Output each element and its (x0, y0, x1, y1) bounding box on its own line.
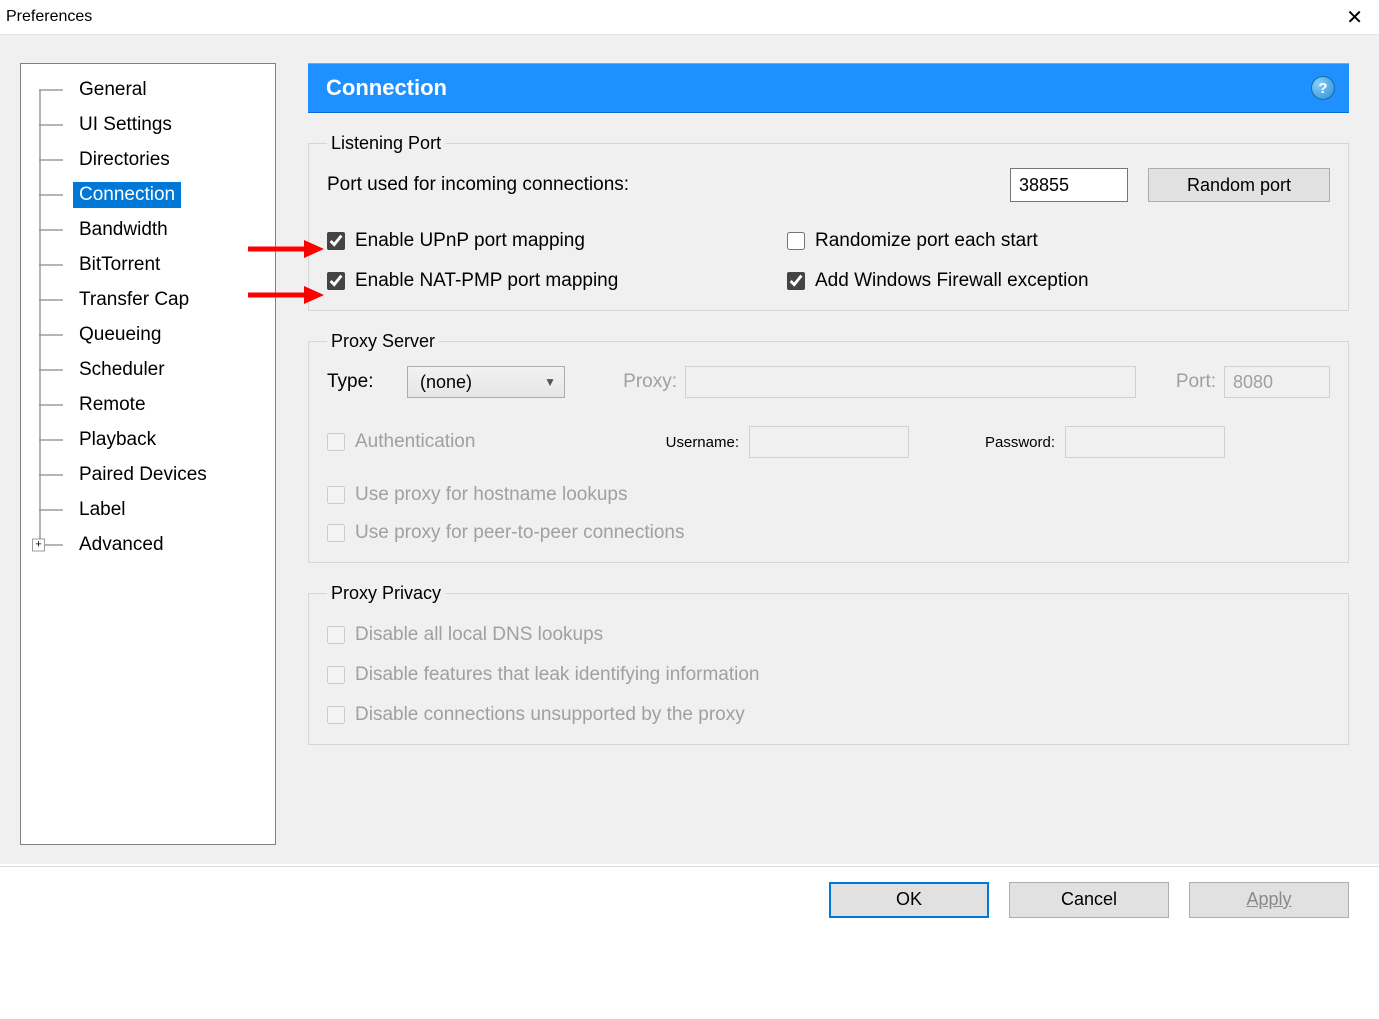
randomize-checkbox[interactable]: Randomize port each start (787, 230, 1330, 252)
tree-label: Directories (73, 147, 176, 173)
checkbox-label: Disable features that leak identifying i… (355, 664, 760, 686)
firewall-checkbox[interactable]: Add Windows Firewall exception (787, 270, 1330, 292)
disable-dns-checkbox: Disable all local DNS lookups (327, 624, 1330, 646)
proxy-host-input (685, 366, 1136, 398)
auth-checkbox: Authentication (327, 431, 597, 453)
tree-item-transfer-cap[interactable]: Transfer Cap (21, 282, 275, 317)
proxy-type-label: Type: (327, 371, 399, 393)
proxy-hostname-checkbox: Use proxy for hostname lookups (327, 484, 1330, 506)
checkbox-input[interactable] (327, 232, 345, 250)
panel-title: Connection (326, 75, 447, 101)
window-title: Preferences (6, 8, 92, 26)
upnp-checkbox[interactable]: Enable UPnP port mapping (327, 230, 787, 252)
tree-item-bandwidth[interactable]: Bandwidth (21, 212, 275, 247)
checkbox-input (327, 706, 345, 724)
chevron-down-icon: ▼ (544, 375, 556, 389)
checkbox-label: Authentication (355, 431, 475, 453)
checkbox-label: Use proxy for hostname lookups (355, 484, 627, 506)
checkbox-input[interactable] (327, 272, 345, 290)
tree-item-paired-devices[interactable]: Paired Devices (21, 457, 275, 492)
tree-label: BitTorrent (73, 252, 166, 278)
password-label: Password: (919, 434, 1055, 451)
checkbox-label: Enable UPnP port mapping (355, 230, 585, 252)
tree-item-scheduler[interactable]: Scheduler (21, 352, 275, 387)
tree-label: Playback (73, 427, 162, 453)
checkbox-label: Add Windows Firewall exception (815, 270, 1089, 292)
proxy-privacy-group: Proxy Privacy Disable all local DNS look… (308, 583, 1349, 745)
natpmp-checkbox[interactable]: Enable NAT-PMP port mapping (327, 270, 787, 292)
tree-label: Connection (73, 182, 181, 208)
password-input (1065, 426, 1225, 458)
username-input (749, 426, 909, 458)
cancel-button[interactable]: Cancel (1009, 882, 1169, 918)
panel-header: Connection ? (308, 63, 1349, 113)
checkbox-input (327, 626, 345, 644)
category-tree: General UI Settings Directories Connecti… (20, 63, 276, 845)
checkbox-input[interactable] (787, 232, 805, 250)
listening-legend: Listening Port (327, 133, 445, 154)
tree-label: Paired Devices (73, 462, 213, 488)
tree-item-connection[interactable]: Connection (21, 177, 275, 212)
checkbox-label: Enable NAT-PMP port mapping (355, 270, 618, 292)
disable-leak-checkbox: Disable features that leak identifying i… (327, 664, 1330, 686)
dropdown-value: (none) (420, 372, 472, 393)
help-icon[interactable]: ? (1311, 76, 1335, 100)
tree-label: Transfer Cap (73, 287, 195, 313)
privacy-legend: Proxy Privacy (327, 583, 445, 604)
tree-label: Bandwidth (73, 217, 174, 243)
tree-item-advanced[interactable]: + Advanced (21, 527, 275, 562)
port-label: Port used for incoming connections: (327, 174, 1010, 196)
expand-icon[interactable]: + (32, 538, 45, 551)
tree-item-ui-settings[interactable]: UI Settings (21, 107, 275, 142)
proxy-port-input (1224, 366, 1330, 398)
checkbox-input (327, 433, 345, 451)
checkbox-label: Disable connections unsupported by the p… (355, 704, 745, 726)
tree-item-queueing[interactable]: Queueing (21, 317, 275, 352)
checkbox-input (327, 486, 345, 504)
tree-label: Advanced (73, 532, 170, 558)
tree-label: Label (73, 497, 132, 523)
checkbox-input[interactable] (787, 272, 805, 290)
tree-label: UI Settings (73, 112, 178, 138)
proxy-host-label: Proxy: (595, 371, 677, 393)
proxy-p2p-checkbox: Use proxy for peer-to-peer connections (327, 522, 1330, 544)
checkbox-label: Disable all local DNS lookups (355, 624, 603, 646)
tree-item-directories[interactable]: Directories (21, 142, 275, 177)
close-icon[interactable]: ✕ (1340, 5, 1369, 30)
tree-item-label[interactable]: Label (21, 492, 275, 527)
listening-port-group: Listening Port Port used for incoming co… (308, 133, 1349, 311)
checkbox-label: Randomize port each start (815, 230, 1038, 252)
disable-unsupported-checkbox: Disable connections unsupported by the p… (327, 704, 1330, 726)
checkbox-input (327, 524, 345, 542)
tree-item-general[interactable]: General (21, 72, 275, 107)
checkbox-label: Use proxy for peer-to-peer connections (355, 522, 685, 544)
tree-item-remote[interactable]: Remote (21, 387, 275, 422)
checkbox-input (327, 666, 345, 684)
tree-label: General (73, 77, 153, 103)
tree-label: Queueing (73, 322, 167, 348)
tree-item-bittorrent[interactable]: BitTorrent (21, 247, 275, 282)
tree-label: Scheduler (73, 357, 171, 383)
proxy-type-dropdown[interactable]: (none) ▼ (407, 366, 565, 398)
proxy-legend: Proxy Server (327, 331, 439, 352)
proxy-server-group: Proxy Server Type: (none) ▼ Proxy: Port:… (308, 331, 1349, 563)
tree-label: Remote (73, 392, 152, 418)
apply-button[interactable]: Apply (1189, 882, 1349, 918)
proxy-port-label: Port: (1144, 371, 1216, 393)
tree-item-playback[interactable]: Playback (21, 422, 275, 457)
ok-button[interactable]: OK (829, 882, 989, 918)
random-port-button[interactable]: Random port (1148, 168, 1330, 202)
port-input[interactable] (1010, 168, 1128, 202)
username-label: Username: (607, 434, 739, 451)
